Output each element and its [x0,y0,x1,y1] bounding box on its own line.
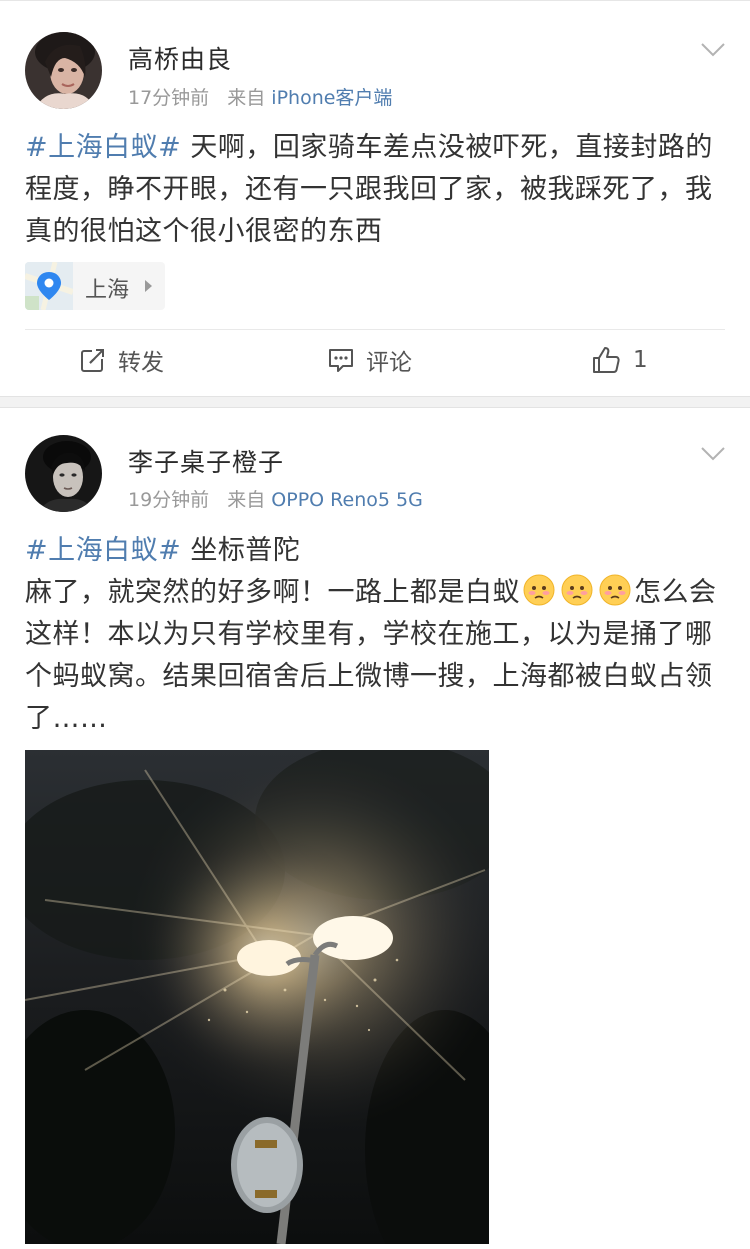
divider [0,0,750,1]
post-text: 麻了，就突然的好多啊！一路上都是白蚁 [25,577,520,608]
post-title-text: 坐标普陀 [190,535,301,566]
weibo-post-1: 高桥由良 17分钟前 来自 iPhone客户端 #上海白蚁# 天啊，回家骑车差点… [0,0,750,396]
comment-button[interactable]: 评论 [328,342,412,378]
chevron-down-icon[interactable] [700,42,726,58]
username[interactable]: 李子桌子橙子 [128,443,284,479]
like-button[interactable]: 1 [591,342,648,378]
feed-separator [0,396,750,408]
post-time: 17分钟前 [128,87,210,109]
repost-label: 转发 [118,350,164,376]
from-prefix: 来自 [227,489,266,511]
from-prefix: 来自 [227,87,266,109]
chevron-right-icon [145,280,152,292]
username[interactable]: 高桥由良 [128,40,232,76]
avatar[interactable] [25,435,102,512]
sad-face-icon [522,573,556,607]
post-photo-streetlamp[interactable] [25,750,489,1244]
comment-label: 评论 [366,350,412,376]
sad-face-icon [560,573,594,607]
hashtag-link[interactable]: #上海白蚁# [25,132,181,163]
weibo-post-2: 李子桌子橙子 19分钟前 来自 OPPO Reno5 5G #上海白蚁# 坐标普… [0,408,750,1249]
like-count: 1 [633,347,648,373]
post-content: #上海白蚁# 坐标普陀 麻了，就突然的好多啊！一路上都是白蚁 怎么会这样！本以为只… [25,530,725,740]
comment-icon [329,349,353,372]
hashtag-link[interactable]: #上海白蚁# [25,535,181,566]
post-time: 19分钟前 [128,489,210,511]
post-content: #上海白蚁# 天啊，回家骑车差点没被吓死，直接封路的程度，睁不开眼，还有一只跟我… [25,127,725,253]
repost-button[interactable]: 转发 [80,342,164,378]
sad-face-icon [598,573,632,607]
thumbs-up-icon [593,347,620,373]
chevron-down-icon[interactable] [700,446,726,462]
post-source[interactable]: OPPO Reno5 5G [271,489,423,511]
post-meta: 17分钟前 来自 iPhone客户端 [128,83,392,110]
post-source[interactable]: iPhone客户端 [271,87,392,109]
location-label: 上海 [85,278,130,303]
avatar[interactable] [25,32,102,109]
location-chip[interactable]: 上海 [25,262,165,310]
repost-icon [81,347,106,372]
post-meta: 19分钟前 来自 OPPO Reno5 5G [128,485,423,512]
map-pin-icon [25,262,73,310]
divider [25,329,725,330]
